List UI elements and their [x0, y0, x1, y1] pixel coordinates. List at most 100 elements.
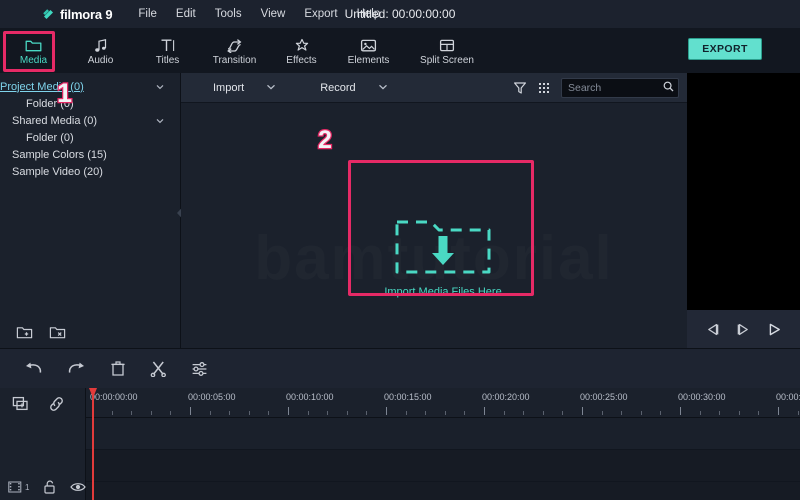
- grid-view-icon[interactable]: [537, 81, 551, 95]
- import-dropdown[interactable]: Import: [213, 82, 276, 94]
- next-frame-button[interactable]: [736, 323, 751, 336]
- settings-sliders-icon[interactable]: [191, 361, 208, 377]
- library-item-label: Folder (0): [26, 131, 74, 144]
- preview-controls: [687, 310, 800, 348]
- effects-sparkle-icon: [294, 36, 310, 53]
- ruler-label: 00:00:25:00: [580, 392, 628, 402]
- app-logo: filmora 9: [42, 6, 113, 22]
- menu-item-file[interactable]: File: [138, 8, 157, 20]
- tab-transition[interactable]: Transition: [201, 28, 268, 73]
- tab-split-screen[interactable]: Split Screen: [402, 28, 492, 73]
- filmora-window: filmora 9 File Edit Tools View Export He…: [0, 0, 800, 500]
- library-item-label: Project Media (0): [0, 80, 84, 93]
- delete-icon[interactable]: [110, 360, 126, 377]
- music-note-icon: [93, 36, 109, 53]
- text-t-icon: [159, 36, 176, 53]
- track-controls: 1: [8, 480, 87, 494]
- add-track-icon[interactable]: [12, 396, 30, 412]
- ruler-label: 00:00:00:00: [90, 392, 138, 402]
- previous-frame-button[interactable]: [705, 323, 720, 336]
- menu-item-tools[interactable]: Tools: [215, 8, 242, 20]
- delete-folder-icon[interactable]: [49, 325, 66, 340]
- image-icon: [360, 36, 377, 53]
- dashed-folder-download-icon: [391, 208, 495, 278]
- tab-label: Titles: [155, 54, 180, 66]
- record-label: Record: [320, 81, 356, 94]
- library-list: Project Media (0) Folder (0) Shared Medi…: [0, 73, 180, 180]
- timeline: 1 00:00:00:00 00:00:05:00 00:00:10:00 00…: [0, 388, 800, 500]
- timeline-toolbar: [0, 348, 800, 388]
- tab-audio[interactable]: Audio: [67, 28, 134, 73]
- timeline-header-icons: [12, 396, 65, 412]
- library-item-sample-video[interactable]: Sample Video (20): [0, 163, 180, 180]
- redo-icon[interactable]: [67, 361, 86, 377]
- menu-item-help[interactable]: Help: [357, 8, 381, 20]
- split-screen-icon: [439, 36, 455, 53]
- tab-titles[interactable]: Titles: [134, 28, 201, 73]
- media-toolbar-tools: [513, 77, 679, 98]
- ruler-label: 00:00:15:00: [384, 392, 432, 402]
- playhead[interactable]: [89, 388, 97, 500]
- chevron-down-icon[interactable]: [378, 82, 388, 94]
- transition-arrows-icon: [226, 36, 243, 53]
- library-item-folder-shared[interactable]: Folder (0): [0, 129, 180, 146]
- play-button[interactable]: [767, 323, 782, 336]
- timeline-track-2[interactable]: [86, 450, 800, 482]
- export-button[interactable]: EXPORT: [688, 38, 762, 60]
- record-dropdown[interactable]: Record: [320, 82, 387, 94]
- library-item-label: Sample Colors (15): [12, 148, 107, 161]
- brand-label: filmora 9: [60, 6, 113, 22]
- library-item-project-media[interactable]: Project Media (0): [0, 78, 180, 95]
- timeline-tracks[interactable]: [86, 418, 800, 500]
- new-folder-icon[interactable]: [16, 325, 33, 340]
- filter-funnel-icon[interactable]: [513, 81, 527, 95]
- tab-bar: Media Audio Titles Transition Effects El…: [0, 28, 800, 73]
- folder-icon: [25, 36, 42, 53]
- tab-label: Audio: [87, 54, 114, 66]
- tab-elements[interactable]: Elements: [335, 28, 402, 73]
- media-library-sidebar: Project Media (0) Folder (0) Shared Medi…: [0, 73, 180, 348]
- menu-bar: filmora 9 File Edit Tools View Export He…: [0, 0, 800, 28]
- search-box[interactable]: [561, 77, 679, 98]
- library-footer: [0, 316, 180, 348]
- track-thumbnail-icon: 1: [8, 481, 29, 493]
- import-dropzone[interactable]: Import Media Files Here: [348, 188, 538, 318]
- tab-label: Elements: [347, 54, 390, 66]
- timeline-ruler[interactable]: 00:00:00:00 00:00:05:00 00:00:10:00 00:0…: [86, 388, 800, 418]
- undo-icon[interactable]: [24, 361, 43, 377]
- menu-item-view[interactable]: View: [261, 8, 286, 20]
- ruler-label: 00:00:30:00: [678, 392, 726, 402]
- ruler-label: 00:00:20:00: [482, 392, 530, 402]
- library-item-label: Sample Video (20): [12, 165, 103, 178]
- link-icon[interactable]: [48, 396, 65, 412]
- menu-item-edit[interactable]: Edit: [176, 8, 196, 20]
- library-item-shared-media[interactable]: Shared Media (0): [0, 112, 180, 129]
- library-item-sample-colors[interactable]: Sample Colors (15): [0, 146, 180, 163]
- library-item-folder-project[interactable]: Folder (0): [0, 95, 180, 112]
- media-content-panel: Import Record Search Import Media Files …: [181, 73, 687, 348]
- tab-effects[interactable]: Effects: [268, 28, 335, 73]
- eye-visibility-icon[interactable]: [70, 481, 87, 493]
- dropzone-label: Import Media Files Here: [384, 286, 502, 298]
- media-panel-body: bamtutorial Import Media Files Here: [181, 103, 687, 348]
- lock-icon[interactable]: [43, 480, 56, 494]
- import-label: Import: [213, 81, 245, 94]
- menu-item-export[interactable]: Export: [304, 8, 337, 20]
- ruler-label: 00:00:05:00: [188, 392, 236, 402]
- menu-items: File Edit Tools View Export Help: [138, 8, 380, 20]
- tab-label: Transition: [212, 54, 257, 66]
- search-input[interactable]: [568, 81, 663, 94]
- chevron-down-icon[interactable]: [156, 82, 164, 90]
- track-number: 1: [25, 482, 30, 492]
- tab-media[interactable]: Media: [0, 28, 67, 73]
- library-item-label: Shared Media (0): [12, 114, 97, 127]
- tab-label: Media: [19, 54, 48, 66]
- split-scissors-icon[interactable]: [150, 360, 167, 377]
- search-icon[interactable]: [663, 79, 674, 97]
- timeline-track-1[interactable]: [86, 418, 800, 450]
- chevron-down-icon[interactable]: [156, 116, 164, 124]
- chevron-down-icon[interactable]: [266, 82, 276, 94]
- tab-label: Split Screen: [420, 54, 474, 66]
- timeline-track-3[interactable]: [86, 482, 800, 500]
- timeline-header: 1: [0, 388, 87, 500]
